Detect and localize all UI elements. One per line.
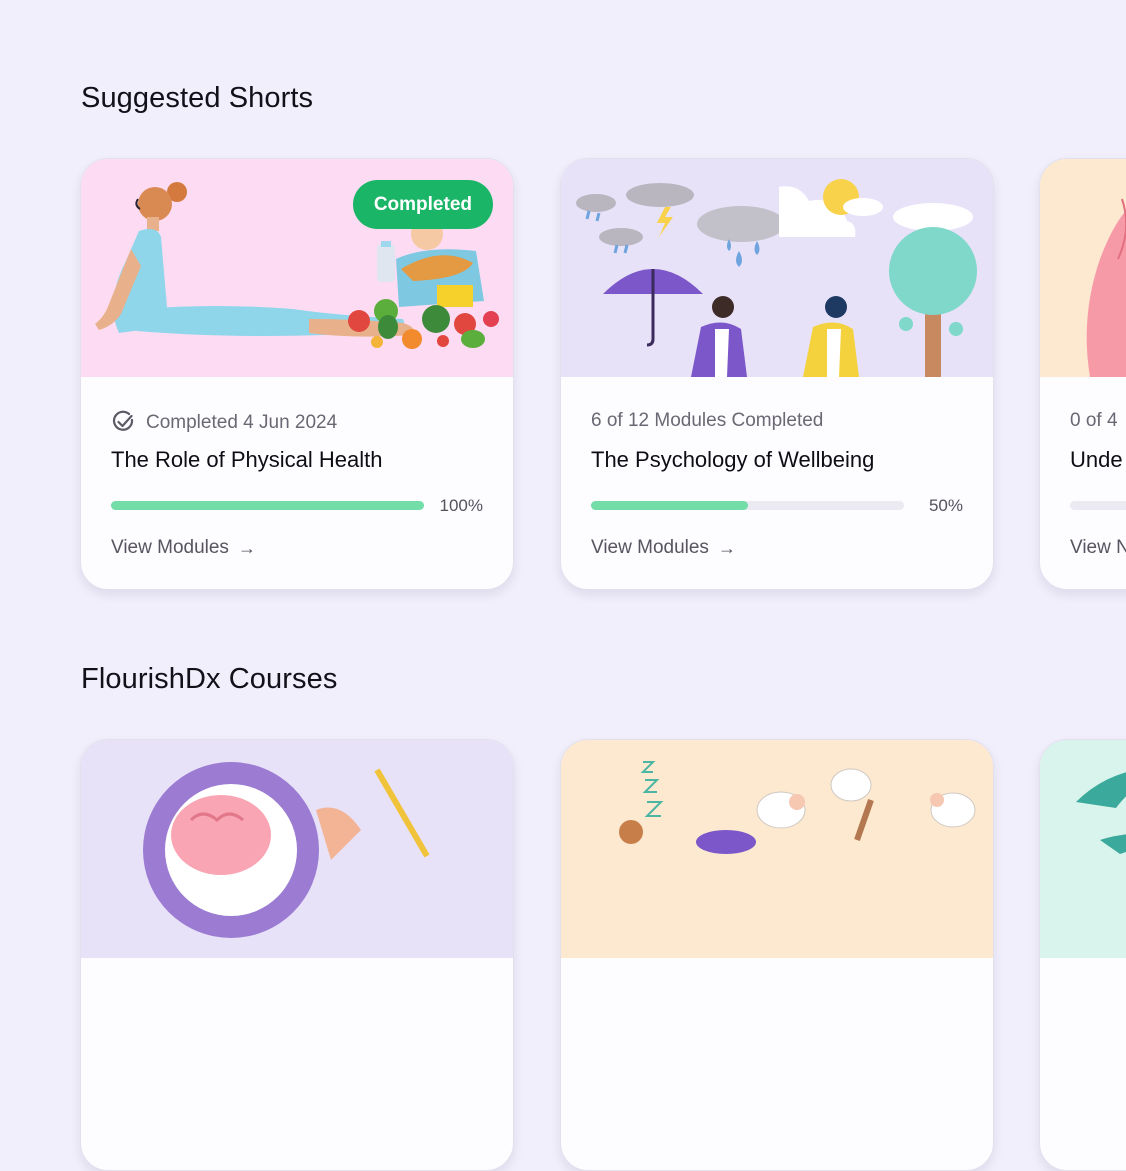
section-title-suggested-shorts: Suggested Shorts (81, 82, 314, 114)
view-modules-label: View Modules (591, 537, 709, 558)
card-title: The Role of Physical Health (111, 447, 383, 472)
short-card-physical-health[interactable]: Completed Completed 4 Jun 2024 The Role … (80, 158, 514, 590)
short-card-psychology-wellbeing[interactable]: 6 of 12 Modules Completed The Psychology… (560, 158, 994, 590)
hero-image-yoga: Completed (81, 159, 513, 377)
hero-image-weather (561, 159, 993, 377)
hero-image-sleep (561, 740, 993, 958)
course-card-sleep[interactable] (560, 739, 994, 1171)
card-title: Unde (1070, 447, 1123, 472)
section-title-flourishdx-courses: FlourishDx Courses (81, 663, 338, 695)
view-modules-label: View N (1070, 537, 1126, 558)
progress-percent: 100% (439, 496, 483, 515)
completion-date: Completed 4 Jun 2024 (111, 410, 337, 435)
check-circle-icon (112, 410, 134, 431)
modules-completed: 0 of 4 (1070, 410, 1118, 431)
progress-bar-fill (591, 501, 748, 510)
hero-image-brain-puzzle (81, 740, 513, 958)
view-modules-link[interactable]: View Modules → (111, 537, 256, 559)
course-card-brain[interactable] (80, 739, 514, 1171)
view-modules-label: View Modules (111, 537, 229, 558)
course-card-partial[interactable] (1039, 739, 1126, 1171)
arrow-right-icon: → (717, 537, 736, 558)
progress-bar (1070, 501, 1126, 510)
card-title: The Psychology of Wellbeing (591, 447, 875, 472)
progress-bar (591, 501, 904, 510)
progress-percent: 50% (928, 496, 963, 515)
hero-image-leaf (1040, 740, 1126, 958)
hero-image-partial (1040, 159, 1126, 377)
arrow-right-icon: → (237, 537, 256, 558)
completed-badge: Completed (352, 180, 493, 229)
view-modules-link[interactable]: View N (1070, 537, 1126, 559)
progress-bar (111, 501, 424, 510)
view-modules-link[interactable]: View Modules → (591, 537, 736, 559)
modules-completed: 6 of 12 Modules Completed (591, 410, 824, 431)
short-card-partial[interactable]: 0 of 4 Unde View N (1039, 158, 1126, 590)
completion-date-text: Completed 4 Jun 2024 (146, 411, 338, 433)
progress-bar-fill (111, 501, 424, 510)
